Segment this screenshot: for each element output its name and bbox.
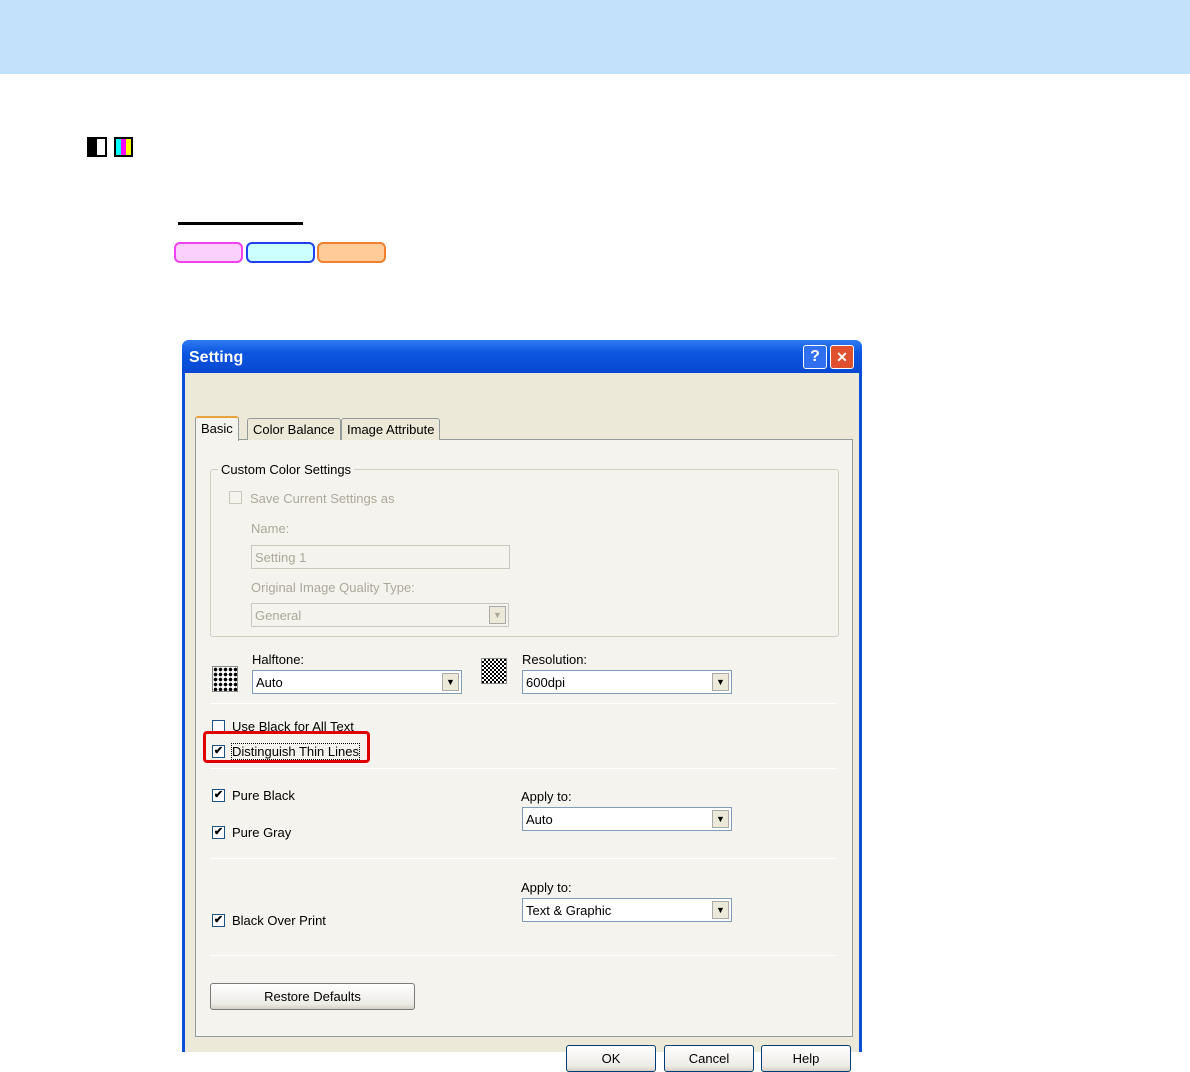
setting-dialog: Setting ? ✕ Basic Color Balance Image At…	[182, 340, 862, 1072]
pink-tag	[174, 242, 243, 263]
save-settings-label: Save Current Settings as	[250, 491, 395, 506]
chevron-down-icon: ▼	[712, 673, 729, 691]
pure-black-label: Pure Black	[232, 788, 295, 803]
apply-to-select-2[interactable]: Text & Graphic ▼	[522, 898, 732, 922]
black-over-print-checkbox[interactable]: ✔	[212, 914, 225, 927]
top-banner	[0, 0, 1190, 74]
help-button[interactable]: Help	[761, 1045, 851, 1072]
divider	[210, 768, 837, 769]
apply-to-label-2: Apply to:	[521, 880, 572, 895]
tab-basic[interactable]: Basic	[195, 416, 239, 441]
divider	[210, 858, 837, 859]
apply-to-label: Apply to:	[521, 789, 572, 804]
resolution-icon	[481, 658, 507, 684]
color-icon	[114, 137, 133, 157]
resolution-label: Resolution:	[522, 652, 588, 667]
chevron-down-icon: ▼	[489, 606, 506, 624]
underline-divider	[178, 222, 303, 225]
mono-icon	[87, 137, 107, 157]
quality-select[interactable]: General ▼	[251, 603, 509, 627]
quality-label: Original Image Quality Type:	[251, 580, 415, 595]
halftone-label: Halftone:	[252, 652, 305, 667]
resolution-select[interactable]: 600dpi ▼	[522, 670, 732, 694]
tab-color-balance[interactable]: Color Balance	[247, 418, 341, 440]
chevron-down-icon: ▼	[712, 901, 729, 919]
pure-gray-checkbox[interactable]: ✔	[212, 826, 225, 839]
dialog-title: Setting	[182, 340, 862, 373]
resolution-value: 600dpi	[526, 675, 566, 690]
restore-defaults-button[interactable]: Restore Defaults	[210, 983, 415, 1010]
halftone-icon	[212, 666, 238, 692]
quality-value: General	[255, 608, 302, 623]
tab-image-attribute[interactable]: Image Attribute	[341, 418, 441, 440]
apply-to-select[interactable]: Auto ▼	[522, 807, 732, 831]
pure-gray-label: Pure Gray	[232, 825, 292, 840]
close-icon[interactable]: ✕	[830, 345, 854, 369]
orange-tag	[317, 242, 386, 263]
chevron-down-icon: ▼	[712, 810, 729, 828]
name-input[interactable]: Setting 1	[251, 545, 510, 569]
help-icon[interactable]: ?	[803, 345, 827, 369]
halftone-select[interactable]: Auto ▼	[252, 670, 462, 694]
custom-group-label: Custom Color Settings	[218, 462, 355, 477]
pure-black-checkbox[interactable]: ✔	[212, 789, 225, 802]
thin-lines-label: Distinguish Thin Lines	[231, 743, 360, 760]
divider	[210, 703, 837, 704]
halftone-value: Auto	[256, 675, 283, 690]
apply-to-value-2: Text & Graphic	[526, 903, 612, 918]
ok-button[interactable]: OK	[566, 1045, 656, 1072]
cancel-button[interactable]: Cancel	[664, 1045, 754, 1072]
save-settings-checkbox[interactable]	[229, 491, 242, 504]
thin-lines-checkbox[interactable]: ✔	[212, 745, 225, 758]
dialog-body: Basic Color Balance Image Attribute Cust…	[185, 373, 859, 1072]
chevron-down-icon: ▼	[442, 673, 459, 691]
divider	[210, 955, 837, 956]
apply-to-value: Auto	[526, 812, 553, 827]
cyan-tag	[246, 242, 315, 263]
name-label: Name:	[251, 521, 290, 536]
black-over-print-label: Black Over Print	[232, 913, 326, 928]
